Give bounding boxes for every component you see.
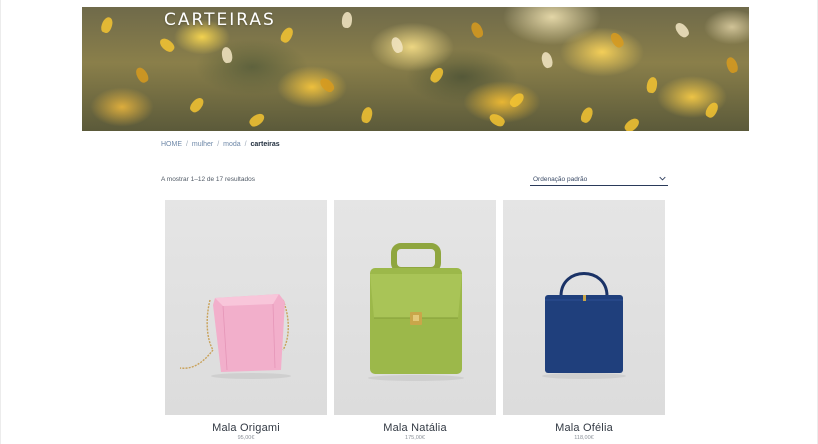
product-price: 175,00€ xyxy=(405,435,425,441)
product-card[interactable]: Mala Origami 95,00€ xyxy=(165,200,327,441)
product-image[interactable] xyxy=(165,200,327,415)
product-card[interactable]: Mala Ofélia 118,00€ xyxy=(503,200,665,441)
product-card[interactable]: Mala Natália 175,00€ xyxy=(334,200,496,441)
product-name[interactable]: Mala Natália xyxy=(334,422,496,434)
product-name[interactable]: Mala Ofélia xyxy=(503,422,665,434)
sort-order-select[interactable]: Ordenação padrão xyxy=(530,172,668,186)
breadcrumb-mulher-link[interactable]: mulher xyxy=(192,141,213,148)
product-image[interactable] xyxy=(503,200,665,415)
breadcrumb-home-link[interactable]: HOME xyxy=(161,141,182,148)
natalia-bag-image xyxy=(368,243,464,381)
breadcrumb: HOME / mulher / moda / carteiras xyxy=(161,141,280,148)
page: CARTEIRAS HOME / mulher / moda / carteir… xyxy=(0,0,818,444)
product-image[interactable] xyxy=(334,200,496,415)
result-count: A mostrar 1–12 de 17 resultados xyxy=(161,176,255,183)
chevron-down-icon xyxy=(659,176,666,181)
page-title: CARTEIRAS xyxy=(164,10,276,30)
ofelia-bag-image xyxy=(542,272,626,379)
product-price: 95,00€ xyxy=(237,435,255,441)
product-price: 118,00€ xyxy=(574,435,594,441)
breadcrumb-current: carteiras xyxy=(250,141,280,148)
origami-bag-image xyxy=(179,294,291,379)
breadcrumb-separator: / xyxy=(217,141,220,148)
sort-selected-value: Ordenação padrão xyxy=(533,176,588,183)
breadcrumb-moda-link[interactable]: moda xyxy=(223,141,241,148)
product-name[interactable]: Mala Origami xyxy=(165,422,327,434)
category-hero-banner: CARTEIRAS xyxy=(82,7,749,131)
breadcrumb-separator: / xyxy=(244,141,247,148)
breadcrumb-separator: / xyxy=(185,141,188,148)
